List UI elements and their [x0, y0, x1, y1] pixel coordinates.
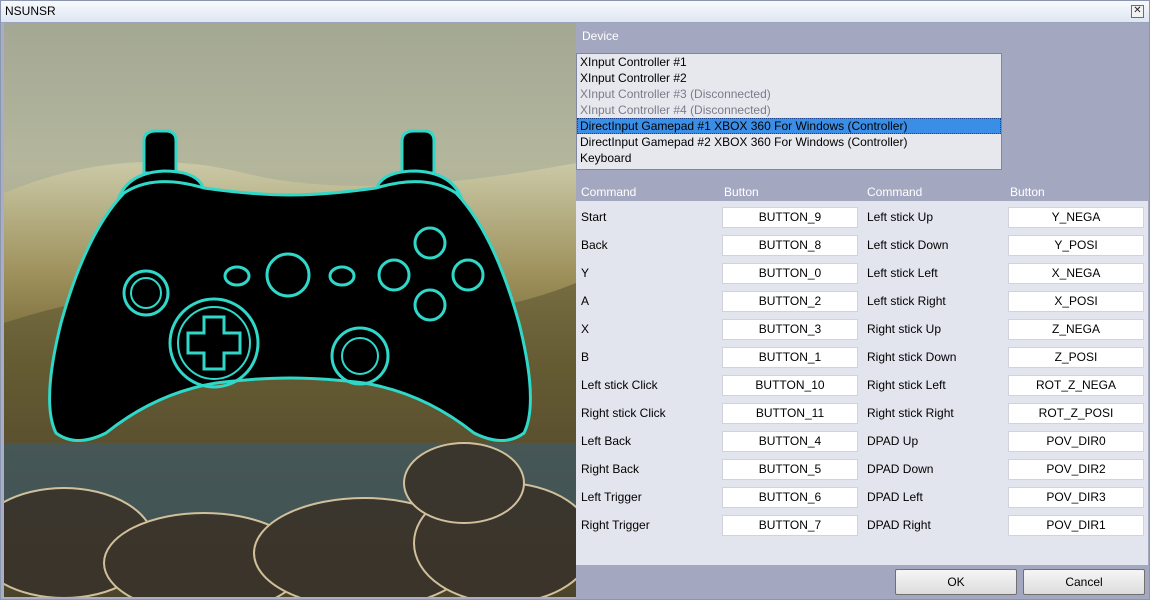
button-binding-field[interactable]: Z_POSI: [1008, 347, 1144, 368]
command-label: DPAD Left: [867, 490, 923, 504]
mapping-row: B BUTTON_1 Right stick Down Z_POSI: [576, 343, 1148, 371]
button-binding-field[interactable]: BUTTON_6: [722, 487, 858, 508]
command-label: Right stick Down: [867, 350, 957, 364]
command-label: Right Back: [581, 462, 640, 476]
button-binding-field[interactable]: BUTTON_9: [722, 207, 858, 228]
command-label: Y: [581, 266, 590, 280]
command-label: Left stick Left: [867, 266, 938, 280]
button-binding-field[interactable]: BUTTON_11: [722, 403, 858, 424]
mapping-row: Right Trigger BUTTON_7 DPAD Right POV_DIR1: [576, 511, 1148, 539]
button-binding-field[interactable]: POV_DIR3: [1008, 487, 1144, 508]
button-binding-field[interactable]: ROT_Z_NEGA: [1008, 375, 1144, 396]
column-header-command-1: Command: [581, 185, 637, 199]
device-list-item[interactable]: XInput Controller #2: [577, 70, 1001, 86]
button-binding-field[interactable]: BUTTON_0: [722, 263, 858, 284]
settings-panel: Device XInput Controller #1 XInput Contro…: [576, 23, 1149, 599]
mapping-row: Start BUTTON_9 Left stick Up Y_NEGA: [576, 203, 1148, 231]
command-label: Left stick Down: [867, 238, 949, 252]
controller-illustration: [4, 23, 576, 597]
button-binding-field[interactable]: BUTTON_10: [722, 375, 858, 396]
command-label: Left stick Click: [581, 378, 658, 392]
background-art: [4, 23, 576, 597]
device-list-item[interactable]: XInput Controller #4 (Disconnected): [577, 102, 1001, 118]
button-binding-field[interactable]: POV_DIR2: [1008, 459, 1144, 480]
mapping-row: Y BUTTON_0 Left stick Left X_NEGA: [576, 259, 1148, 287]
mapping-row: A BUTTON_2 Left stick Right X_POSI: [576, 287, 1148, 315]
command-label: Right stick Right: [867, 406, 954, 420]
mapping-table: Start BUTTON_9 Left stick Up Y_NEGA Back BUTT…: [576, 201, 1148, 565]
button-binding-field[interactable]: BUTTON_2: [722, 291, 858, 312]
command-label: Right stick Up: [867, 322, 942, 336]
main-window: NSUNSR ✕ Device XInput Controller #1 XIn…: [0, 0, 1150, 600]
button-binding-field[interactable]: BUTTON_1: [722, 347, 858, 368]
command-label: Left Back: [581, 434, 632, 448]
command-label: DPAD Right: [867, 518, 931, 532]
button-binding-field[interactable]: Z_NEGA: [1008, 319, 1144, 340]
command-label: Right Trigger: [581, 518, 650, 532]
button-binding-field[interactable]: X_NEGA: [1008, 263, 1144, 284]
dialog-footer: OK Cancel: [576, 565, 1149, 599]
command-label: Left stick Right: [867, 294, 946, 308]
button-binding-field[interactable]: Y_POSI: [1008, 235, 1144, 256]
device-list-item[interactable]: XInput Controller #3 (Disconnected): [577, 86, 1001, 102]
command-label: DPAD Down: [867, 462, 934, 476]
button-binding-field[interactable]: Y_NEGA: [1008, 207, 1144, 228]
button-binding-field[interactable]: ROT_Z_POSI: [1008, 403, 1144, 424]
title-bar: NSUNSR ✕: [1, 1, 1149, 23]
command-label: A: [581, 294, 590, 308]
column-header-command-2: Command: [867, 185, 923, 199]
mapping-header: Command Button Command Button: [576, 181, 1149, 199]
device-list-item[interactable]: DirectInput Gamepad #2 XBOX 360 For Wind…: [577, 134, 1001, 150]
mapping-row: Right Back BUTTON_5 DPAD Down POV_DIR2: [576, 455, 1148, 483]
command-label: Left Trigger: [581, 490, 642, 504]
device-list[interactable]: XInput Controller #1 XInput Controller #2…: [576, 53, 1002, 170]
button-binding-field[interactable]: BUTTON_4: [722, 431, 858, 452]
command-label: Back: [581, 238, 608, 252]
button-binding-field[interactable]: BUTTON_5: [722, 459, 858, 480]
ok-button[interactable]: OK: [895, 569, 1017, 595]
command-label: Right stick Left: [867, 378, 946, 392]
button-binding-field[interactable]: BUTTON_7: [722, 515, 858, 536]
mapping-row: Left Back BUTTON_4 DPAD Up POV_DIR0: [576, 427, 1148, 455]
command-label: X: [581, 322, 590, 336]
device-label: Device: [582, 29, 619, 43]
column-header-button-1: Button: [724, 185, 759, 199]
mapping-row: Back BUTTON_8 Left stick Down Y_POSI: [576, 231, 1148, 259]
button-binding-field[interactable]: POV_DIR0: [1008, 431, 1144, 452]
device-list-item[interactable]: Keyboard: [577, 150, 1001, 166]
button-binding-field[interactable]: BUTTON_8: [722, 235, 858, 256]
mapping-row: Left stick Click BUTTON_10 Right stick Lef…: [576, 371, 1148, 399]
cancel-button[interactable]: Cancel: [1023, 569, 1145, 595]
button-binding-field[interactable]: X_POSI: [1008, 291, 1144, 312]
window-title: NSUNSR: [5, 4, 56, 18]
close-icon[interactable]: ✕: [1131, 5, 1144, 18]
command-label: Start: [581, 210, 607, 224]
button-binding-field[interactable]: BUTTON_3: [722, 319, 858, 340]
command-label: Left stick Up: [867, 210, 934, 224]
mapping-row: Left Trigger BUTTON_6 DPAD Left POV_DIR3: [576, 483, 1148, 511]
mapping-row: X BUTTON_3 Right stick Up Z_NEGA: [576, 315, 1148, 343]
column-header-button-2: Button: [1010, 185, 1045, 199]
command-label: B: [581, 350, 590, 364]
command-label: DPAD Up: [867, 434, 919, 448]
device-list-item[interactable]: XInput Controller #1: [577, 54, 1001, 70]
mapping-row: Right stick Click BUTTON_11 Right stick Ri…: [576, 399, 1148, 427]
device-list-item[interactable]: DirectInput Gamepad #1 XBOX 360 For Wind…: [577, 118, 1001, 134]
button-binding-field[interactable]: POV_DIR1: [1008, 515, 1144, 536]
command-label: Right stick Click: [581, 406, 666, 420]
